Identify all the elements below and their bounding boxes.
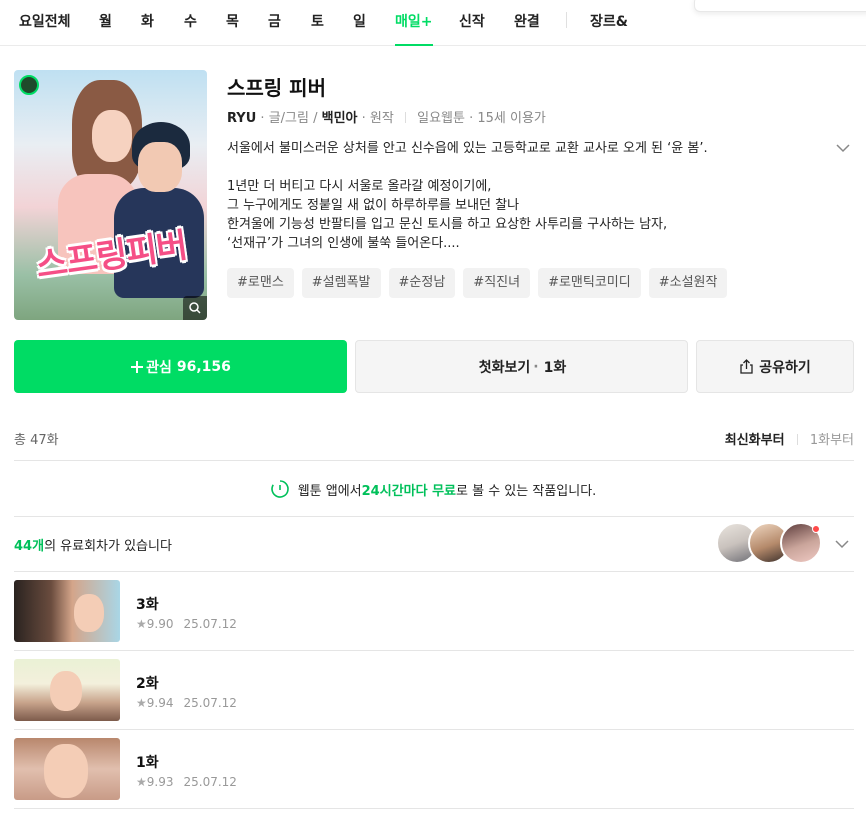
nav-wednesday[interactable]: 수	[184, 11, 197, 31]
tag-straightforward-girl[interactable]: #직진녀	[463, 268, 531, 298]
original-author-name[interactable]: 백민아	[322, 111, 358, 126]
paid-episode-thumbnails[interactable]	[716, 522, 826, 566]
star-icon: ★	[136, 775, 147, 789]
thumbnail-art-shape	[74, 594, 104, 632]
episode-thumbnail	[14, 738, 120, 800]
thumbnail-art-shape	[50, 671, 82, 711]
notice-highlight: 24시간마다 무료	[361, 483, 457, 499]
nav-completed[interactable]: 완결	[514, 11, 540, 31]
sort-divider	[796, 434, 798, 445]
nav-new[interactable]: 신작	[459, 11, 485, 31]
description-gap	[227, 158, 807, 177]
description-line: 1년만 더 버티고 다시 서울로 올라갈 예정이기에,	[227, 179, 492, 194]
sort-options: 최신화부터 1화부터	[725, 429, 854, 448]
star-icon: ★	[136, 617, 147, 631]
free-clock-badge-icon	[19, 75, 39, 95]
nav-thursday[interactable]: 목	[226, 11, 239, 31]
paid-episodes-info: 44개의 유료회차가 있습니다	[14, 535, 172, 554]
episode-rating: 9.90	[146, 617, 174, 631]
nav-saturday[interactable]: 토	[311, 11, 324, 31]
first-episode-label: 첫화보기	[478, 359, 531, 376]
episode-date: 25.07.12	[183, 775, 237, 789]
divider	[14, 729, 854, 730]
expand-paid-chevron-down-icon[interactable]	[834, 536, 850, 552]
episode-rating: 9.93	[146, 775, 174, 789]
age-rating: 15세 이용가	[477, 111, 546, 126]
episode-date: 25.07.12	[183, 617, 237, 631]
share-icon	[740, 359, 753, 374]
nav-tuesday[interactable]: 화	[141, 11, 154, 31]
new-dot-badge	[812, 525, 820, 533]
author-role: 글/그림	[268, 111, 309, 126]
episode-total: 총 47화	[14, 433, 59, 448]
tag-novel-original[interactable]: #소설원작	[648, 268, 728, 298]
nav-sunday[interactable]: 일	[353, 11, 366, 31]
divider	[14, 460, 854, 461]
series-meta: RYU · 글/그림 / 백민아 · 원작 일요웹툰 · 15세 이용가	[227, 111, 546, 126]
episode-row[interactable]: 3화 ★9.90 25.07.12	[14, 580, 854, 642]
author-name[interactable]: RYU	[227, 111, 256, 126]
dropdown-panel	[694, 0, 866, 12]
episode-title: 2화	[136, 676, 159, 692]
episode-thumbnail	[14, 659, 120, 721]
favorite-label: 관심	[146, 359, 172, 376]
tag-pure-guy[interactable]: #순정남	[388, 268, 456, 298]
paid-count: 44개	[14, 539, 45, 554]
nav-monday[interactable]: 월	[99, 11, 112, 31]
description-line: 서울에서 불미스러운 상처를 안고 신수읍에 있는 고등학교로 교환 교사로 오…	[227, 141, 708, 156]
favorite-count: 96,156	[176, 358, 231, 375]
episode-row[interactable]: 2화 ★9.94 25.07.12	[14, 659, 854, 721]
cover-art-shape	[138, 142, 182, 192]
episode-meta: ★9.90 25.07.12	[136, 617, 237, 631]
thumbnail-art-shape	[44, 744, 88, 798]
nav-genre[interactable]: 장르&	[590, 11, 628, 31]
description-line: ‘선재규’가 그녀의 인생에 불쑥 들어온다....	[227, 236, 460, 251]
first-episode-number: 1화	[543, 359, 567, 376]
first-episode-button[interactable]: 첫화보기 · 1화	[355, 340, 688, 393]
divider	[14, 808, 854, 809]
episode-meta: ★9.93 25.07.12	[136, 775, 237, 789]
share-label: 공유하기	[759, 359, 811, 376]
paid-text: 의 유료회차가 있습니다	[44, 539, 172, 554]
notice-text-before: 웹툰 앱에서	[297, 483, 362, 499]
divider	[14, 571, 854, 572]
free-notice: 웹툰 앱에서 24시간마다 무료 로 볼 수 있는 작품입니다.	[0, 479, 866, 499]
sort-first[interactable]: 1화부터	[810, 433, 854, 448]
clock-icon	[270, 480, 289, 498]
nav-daily-plus[interactable]: 매일+	[395, 11, 433, 46]
plus-icon	[131, 360, 144, 373]
episode-row[interactable]: 1화 ★9.93 25.07.12	[14, 738, 854, 800]
series-title: 스프링 피버	[227, 76, 326, 100]
description-line: 그 누구에게도 정붙일 새 없이 하루하루를 보내던 찰나	[227, 198, 520, 213]
episode-thumbnail	[14, 580, 120, 642]
episode-meta: ★9.94 25.07.12	[136, 696, 237, 710]
episode-title: 1화	[136, 755, 159, 771]
tag-romance[interactable]: #로맨스	[227, 268, 294, 298]
publish-day: 일요웹툰	[417, 111, 465, 126]
zoom-icon[interactable]	[183, 296, 207, 320]
episode-rating: 9.94	[146, 696, 174, 710]
cover-art-shape	[92, 110, 132, 162]
nav-all-days[interactable]: 요일전체	[19, 11, 71, 31]
description-line: 한겨울에 기능성 반팔티를 입고 문신 토시를 하고 요상한 사투리를 구사하는…	[227, 217, 668, 232]
episode-title: 3화	[136, 597, 159, 613]
tag-excitement[interactable]: #설렘폭발	[301, 268, 381, 298]
tag-romantic-comedy[interactable]: #로맨틱코미디	[538, 268, 641, 298]
share-button[interactable]: 공유하기	[696, 340, 854, 393]
star-icon: ★	[136, 696, 147, 710]
nav-friday[interactable]: 금	[268, 11, 281, 31]
sort-latest[interactable]: 최신화부터	[725, 433, 785, 448]
expand-description-chevron-down-icon[interactable]	[835, 140, 851, 156]
meta-divider	[404, 112, 406, 123]
cover-image[interactable]: 스프링피버	[14, 70, 207, 320]
divider	[14, 516, 854, 517]
notice-text-after: 로 볼 수 있는 작품입니다.	[456, 483, 597, 499]
original-role: 원작	[369, 111, 394, 126]
nav-divider	[566, 12, 567, 28]
divider	[14, 650, 854, 651]
episode-date: 25.07.12	[183, 696, 237, 710]
tag-list: #로맨스 #설렘폭발 #순정남 #직진녀 #로맨틱코미디 #소설원작	[227, 268, 728, 298]
series-description: 서울에서 불미스러운 상처를 안고 신수읍에 있는 고등학교로 교환 교사로 오…	[227, 139, 807, 253]
favorite-button[interactable]: 관심 96,156	[14, 340, 347, 393]
